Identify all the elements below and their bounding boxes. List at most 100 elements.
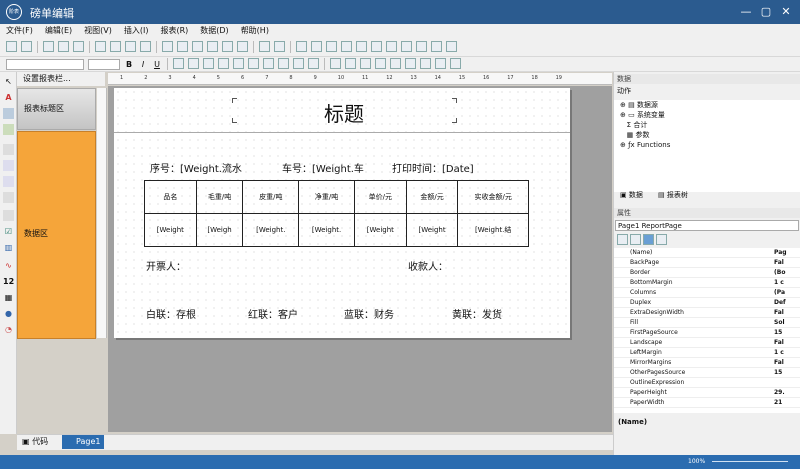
- menu-edit[interactable]: 编辑(E): [39, 24, 78, 38]
- text-middle-icon[interactable]: [248, 58, 259, 69]
- group-icon[interactable]: [259, 41, 270, 52]
- text-align-right-icon[interactable]: [203, 58, 214, 69]
- property-value[interactable]: 15: [774, 368, 782, 378]
- object-selector[interactable]: Page1 ReportPage: [615, 220, 799, 231]
- font-name-combo[interactable]: [6, 59, 84, 70]
- italic-button[interactable]: I: [137, 59, 149, 70]
- save-icon[interactable]: [43, 41, 54, 52]
- property-value[interactable]: Fal: [774, 338, 784, 348]
- header-cell-net-weight[interactable]: 净重/吨: [298, 180, 355, 214]
- bold-button[interactable]: B: [123, 59, 135, 70]
- copy-yellow-label[interactable]: 黄联：发货: [452, 306, 502, 321]
- sort-alpha-icon[interactable]: [630, 234, 641, 245]
- property-row[interactable]: OtherPagesSource 15: [614, 368, 800, 378]
- tree-item-system-vars[interactable]: ⊕ ▭ 系统变量: [614, 110, 800, 120]
- property-value[interactable]: 21: [774, 398, 782, 408]
- menu-report[interactable]: 报表(R): [154, 24, 194, 38]
- property-row[interactable]: Columns (Pa: [614, 288, 800, 298]
- property-value[interactable]: Fal: [774, 308, 784, 318]
- align-bottom-icon[interactable]: [371, 41, 382, 52]
- serial-number-field[interactable]: 序号：[Weight.流水: [150, 160, 242, 175]
- property-value[interactable]: Def: [774, 298, 786, 308]
- pointer-icon[interactable]: ↖: [3, 76, 14, 87]
- report-title[interactable]: 标题: [324, 98, 364, 127]
- property-row[interactable]: LeftMargin 1 c: [614, 348, 800, 358]
- property-value[interactable]: 1 c: [774, 348, 784, 358]
- tab-report-tree[interactable]: ▤ 报表树: [658, 190, 688, 200]
- header-cell-amount[interactable]: 金额/元: [405, 180, 459, 214]
- rotate-icon[interactable]: [308, 58, 319, 69]
- same-width-icon[interactable]: [386, 41, 397, 52]
- property-value[interactable]: Fal: [774, 358, 784, 368]
- property-row[interactable]: PaperHeight 29.: [614, 388, 800, 398]
- matrix-object-icon[interactable]: [3, 176, 14, 187]
- data-cell-gross-weight[interactable]: [Weigh: [195, 213, 244, 247]
- border-top-icon[interactable]: [330, 58, 341, 69]
- menu-file[interactable]: 文件(F): [0, 24, 39, 38]
- new-dialog-icon[interactable]: [110, 41, 121, 52]
- menu-view[interactable]: 视图(V): [78, 24, 118, 38]
- print-icon[interactable]: [58, 41, 69, 52]
- center-vertical-icon[interactable]: [431, 41, 442, 52]
- map-object-icon[interactable]: ∿: [3, 260, 14, 271]
- shape-object-icon[interactable]: [3, 210, 14, 221]
- text-object-icon[interactable]: A: [3, 92, 14, 103]
- events-icon[interactable]: [656, 234, 667, 245]
- copy-icon[interactable]: [177, 41, 188, 52]
- minimize-button[interactable]: —: [738, 4, 754, 20]
- copy-red-label[interactable]: 红联：客户: [248, 306, 298, 321]
- barcode-object-icon[interactable]: 12: [3, 276, 14, 287]
- table-object-icon[interactable]: [3, 160, 14, 171]
- chart-object-icon[interactable]: ▥: [3, 242, 14, 253]
- property-value[interactable]: 1 c: [774, 278, 784, 288]
- same-height-icon[interactable]: [401, 41, 412, 52]
- tree-item-functions[interactable]: ⊕ ƒx Functions: [614, 140, 800, 150]
- preview-icon[interactable]: [73, 41, 84, 52]
- text-justify-icon[interactable]: [218, 58, 229, 69]
- align-top-icon[interactable]: [341, 41, 352, 52]
- band-object-icon[interactable]: [3, 124, 14, 135]
- weight-table[interactable]: 品名 毛重/吨 皮重/吨 净重/吨 单价/元 金额/元 实收金额/元 [Weig…: [144, 180, 529, 247]
- copy-blue-label[interactable]: 蓝联：财务: [344, 306, 394, 321]
- border-left-icon[interactable]: [360, 58, 371, 69]
- text-bottom-icon[interactable]: [263, 58, 274, 69]
- close-button[interactable]: ✕: [778, 4, 794, 20]
- undo-icon[interactable]: [222, 41, 233, 52]
- fill-color-icon[interactable]: [390, 58, 401, 69]
- format-painter-icon[interactable]: [207, 41, 218, 52]
- center-horizontal-icon[interactable]: [416, 41, 427, 52]
- cut-icon[interactable]: [162, 41, 173, 52]
- align-right-icon[interactable]: [326, 41, 337, 52]
- action-menu[interactable]: 动作: [614, 86, 800, 96]
- print-time-field[interactable]: 打印时间：[Date]: [392, 160, 474, 175]
- property-row[interactable]: ExtraDesignWidth Fal: [614, 308, 800, 318]
- drawer-field[interactable]: 开票人：: [146, 258, 186, 273]
- underline-button[interactable]: U: [151, 59, 163, 70]
- header-cell-tare-weight[interactable]: 皮重/吨: [242, 180, 300, 214]
- property-row[interactable]: FirstPageSource 15: [614, 328, 800, 338]
- property-value[interactable]: 29.: [774, 388, 785, 398]
- property-row[interactable]: Landscape Fal: [614, 338, 800, 348]
- property-value[interactable]: Fal: [774, 258, 784, 268]
- property-value[interactable]: (Bo: [774, 268, 785, 278]
- rich-text-icon[interactable]: [3, 192, 14, 203]
- copy-white-label[interactable]: 白联：存根: [146, 306, 196, 321]
- property-row[interactable]: BackPage Fal: [614, 258, 800, 268]
- page-setup-icon[interactable]: [140, 41, 151, 52]
- border-right-icon[interactable]: [375, 58, 386, 69]
- band-data-area[interactable]: 数据区: [17, 131, 96, 339]
- property-row[interactable]: PaperWidth 21: [614, 398, 800, 408]
- truck-number-field[interactable]: 车号：[Weight.车: [282, 160, 364, 175]
- data-cell-received-amount[interactable]: [Weight.结: [457, 213, 529, 247]
- property-value[interactable]: Sol: [774, 318, 785, 328]
- border-bottom-icon[interactable]: [345, 58, 356, 69]
- property-row[interactable]: Fill Sol: [614, 318, 800, 328]
- line-width-icon[interactable]: [420, 58, 431, 69]
- zip-code-icon[interactable]: ▦: [3, 292, 14, 303]
- line-style-icon[interactable]: [435, 58, 446, 69]
- band-title-area[interactable]: 报表标题区: [17, 88, 96, 130]
- property-row[interactable]: Border (Bo: [614, 268, 800, 278]
- property-value[interactable]: 15: [774, 328, 782, 338]
- delete-page-icon[interactable]: [125, 41, 136, 52]
- header-cell-received-amount[interactable]: 实收金额/元: [457, 180, 529, 214]
